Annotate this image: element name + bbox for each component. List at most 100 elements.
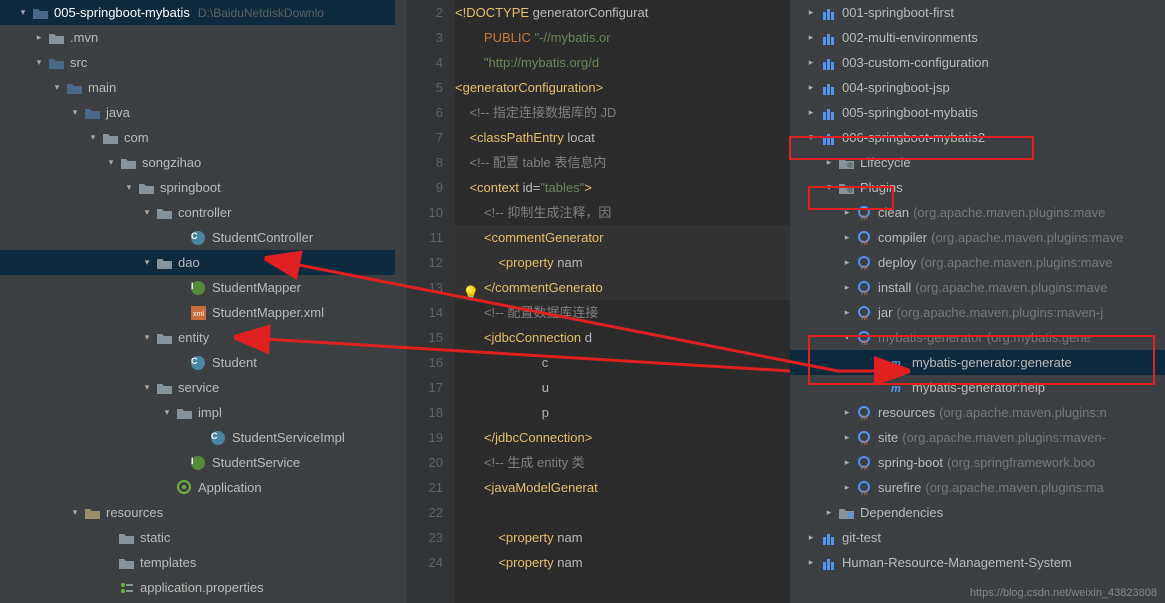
chevron-right-icon[interactable]: ▸: [842, 258, 852, 268]
chevron-right-icon[interactable]: ▸: [842, 408, 852, 418]
code-line[interactable]: <generatorConfiguration>: [455, 75, 790, 100]
chevron-down-icon[interactable]: ▾: [824, 183, 834, 193]
chevron-down-icon[interactable]: ▾: [142, 208, 152, 218]
tree-item-entity[interactable]: ▾entity: [0, 325, 407, 350]
code-line[interactable]: <property nam: [455, 525, 790, 550]
chevron-right-icon[interactable]: ▸: [824, 508, 834, 518]
chevron-right-icon[interactable]: ▸: [34, 33, 44, 43]
code-line[interactable]: <!DOCTYPE generatorConfigurat: [455, 0, 790, 25]
maven-item-compiler[interactable]: ▸mcompiler(org.apache.maven.plugins:mave: [790, 225, 1165, 250]
code-line[interactable]: <context id="tables">: [455, 175, 790, 200]
code-line[interactable]: <commentGenerator: [455, 225, 790, 250]
tree-item-studentserviceimpl[interactable]: CStudentServiceImpl: [0, 425, 407, 450]
maven-item-004-springboot-jsp[interactable]: ▸004-springboot-jsp: [790, 75, 1165, 100]
tree-item-controller[interactable]: ▾controller: [0, 200, 407, 225]
tree-item-springboot[interactable]: ▾springboot: [0, 175, 407, 200]
chevron-right-icon[interactable]: ▸: [842, 483, 852, 493]
tree-item-src[interactable]: ▾src: [0, 50, 407, 75]
chevron-down-icon[interactable]: ▾: [106, 158, 116, 168]
code-line[interactable]: <property nam: [455, 550, 790, 575]
tree-item-com[interactable]: ▾com: [0, 125, 407, 150]
chevron-down-icon[interactable]: ▾: [806, 133, 816, 143]
maven-item-plugins[interactable]: ▾Plugins: [790, 175, 1165, 200]
maven-item-resources[interactable]: ▸mresources(org.apache.maven.plugins:n: [790, 400, 1165, 425]
project-tree[interactable]: ▾005-springboot-mybatisD:\BaiduNetdiskDo…: [0, 0, 407, 603]
tree-item-impl[interactable]: ▾impl: [0, 400, 407, 425]
tree-item-resources[interactable]: ▾resources: [0, 500, 407, 525]
tree-item-service[interactable]: ▾service: [0, 375, 407, 400]
code-line[interactable]: <!-- 配置 table 表信息内: [455, 150, 790, 175]
maven-item-git-test[interactable]: ▸git-test: [790, 525, 1165, 550]
maven-item-spring-boot[interactable]: ▸mspring-boot(org.springframework.boo: [790, 450, 1165, 475]
chevron-right-icon[interactable]: ▸: [842, 433, 852, 443]
maven-item-lifecycle[interactable]: ▸Lifecycle: [790, 150, 1165, 175]
code-area[interactable]: <!DOCTYPE generatorConfigurat PUBLIC "-/…: [455, 0, 790, 603]
code-line[interactable]: <property nam: [455, 250, 790, 275]
maven-item-mybatis-generator-help[interactable]: mmybatis-generator:help: [790, 375, 1165, 400]
chevron-down-icon[interactable]: ▾: [162, 408, 172, 418]
maven-item-003-custom-configuration[interactable]: ▸003-custom-configuration: [790, 50, 1165, 75]
tree-item--mvn[interactable]: ▸.mvn: [0, 25, 407, 50]
chevron-right-icon[interactable]: ▸: [806, 58, 816, 68]
maven-item-jar[interactable]: ▸mjar(org.apache.maven.plugins:maven-j: [790, 300, 1165, 325]
chevron-down-icon[interactable]: ▾: [18, 8, 28, 18]
code-line[interactable]: <classPathEntry locat: [455, 125, 790, 150]
chevron-down-icon[interactable]: ▾: [88, 133, 98, 143]
maven-item-deploy[interactable]: ▸mdeploy(org.apache.maven.plugins:mave: [790, 250, 1165, 275]
tree-item-dao[interactable]: ▾dao: [0, 250, 407, 275]
chevron-right-icon[interactable]: ▸: [806, 533, 816, 543]
chevron-right-icon[interactable]: ▸: [806, 33, 816, 43]
maven-item-install[interactable]: ▸minstall(org.apache.maven.plugins:mave: [790, 275, 1165, 300]
tree-item-static[interactable]: static: [0, 525, 407, 550]
maven-item-dependencies[interactable]: ▸Dependencies: [790, 500, 1165, 525]
tree-item-templates[interactable]: templates: [0, 550, 407, 575]
scrollbar[interactable]: [395, 0, 407, 603]
tree-item-main[interactable]: ▾main: [0, 75, 407, 100]
chevron-down-icon[interactable]: ▾: [142, 383, 152, 393]
chevron-down-icon[interactable]: ▾: [142, 333, 152, 343]
chevron-right-icon[interactable]: ▸: [806, 108, 816, 118]
chevron-down-icon[interactable]: ▾: [842, 333, 852, 343]
chevron-down-icon[interactable]: ▾: [70, 108, 80, 118]
code-line[interactable]: <!-- 指定连接数据库的 JD: [455, 100, 790, 125]
maven-item-site[interactable]: ▸msite(org.apache.maven.plugins:maven-: [790, 425, 1165, 450]
tree-item-student[interactable]: CStudent: [0, 350, 407, 375]
chevron-down-icon[interactable]: ▾: [142, 258, 152, 268]
code-line[interactable]: <javaModelGenerat: [455, 475, 790, 500]
chevron-right-icon[interactable]: ▸: [824, 158, 834, 168]
code-line[interactable]: [455, 500, 790, 525]
code-line[interactable]: <!-- 生成 entity 类: [455, 450, 790, 475]
maven-item-human-resource-management-system[interactable]: ▸Human-Resource-Management-System: [790, 550, 1165, 575]
code-line[interactable]: PUBLIC "-//mybatis.or: [455, 25, 790, 50]
code-line[interactable]: p: [455, 400, 790, 425]
chevron-right-icon[interactable]: ▸: [842, 208, 852, 218]
chevron-down-icon[interactable]: ▾: [52, 83, 62, 93]
chevron-right-icon[interactable]: ▸: [842, 283, 852, 293]
code-line[interactable]: </jdbcConnection>: [455, 425, 790, 450]
chevron-right-icon[interactable]: ▸: [806, 558, 816, 568]
code-line[interactable]: u: [455, 375, 790, 400]
code-line[interactable]: </commentGenerato: [455, 275, 790, 300]
tree-item-studentmapper-xml[interactable]: xmlStudentMapper.xml: [0, 300, 407, 325]
tree-item-studentservice[interactable]: IStudentService: [0, 450, 407, 475]
tree-item-java[interactable]: ▾java: [0, 100, 407, 125]
chevron-down-icon[interactable]: ▾: [70, 508, 80, 518]
maven-item-clean[interactable]: ▸mclean(org.apache.maven.plugins:mave: [790, 200, 1165, 225]
tree-item-studentcontroller[interactable]: CStudentController: [0, 225, 407, 250]
tree-item-studentmapper[interactable]: IStudentMapper: [0, 275, 407, 300]
code-line[interactable]: c: [455, 350, 790, 375]
tree-item-005-springboot-mybatis[interactable]: ▾005-springboot-mybatisD:\BaiduNetdiskDo…: [0, 0, 407, 25]
chevron-down-icon[interactable]: ▾: [124, 183, 134, 193]
code-line[interactable]: <jdbcConnection d: [455, 325, 790, 350]
code-line[interactable]: <!-- 配置数据库连接: [455, 300, 790, 325]
tree-item-application[interactable]: Application: [0, 475, 407, 500]
maven-item-surefire[interactable]: ▸msurefire(org.apache.maven.plugins:ma: [790, 475, 1165, 500]
chevron-down-icon[interactable]: ▾: [34, 58, 44, 68]
intention-bulb-icon[interactable]: 💡: [462, 285, 479, 302]
chevron-right-icon[interactable]: ▸: [806, 8, 816, 18]
maven-item-006-springboot-mybatis2[interactable]: ▾006-springboot-mybatis2: [790, 125, 1165, 150]
maven-item-002-multi-environments[interactable]: ▸002-multi-environments: [790, 25, 1165, 50]
chevron-right-icon[interactable]: ▸: [806, 83, 816, 93]
tree-item-application-properties[interactable]: application.properties: [0, 575, 407, 600]
chevron-right-icon[interactable]: ▸: [842, 233, 852, 243]
